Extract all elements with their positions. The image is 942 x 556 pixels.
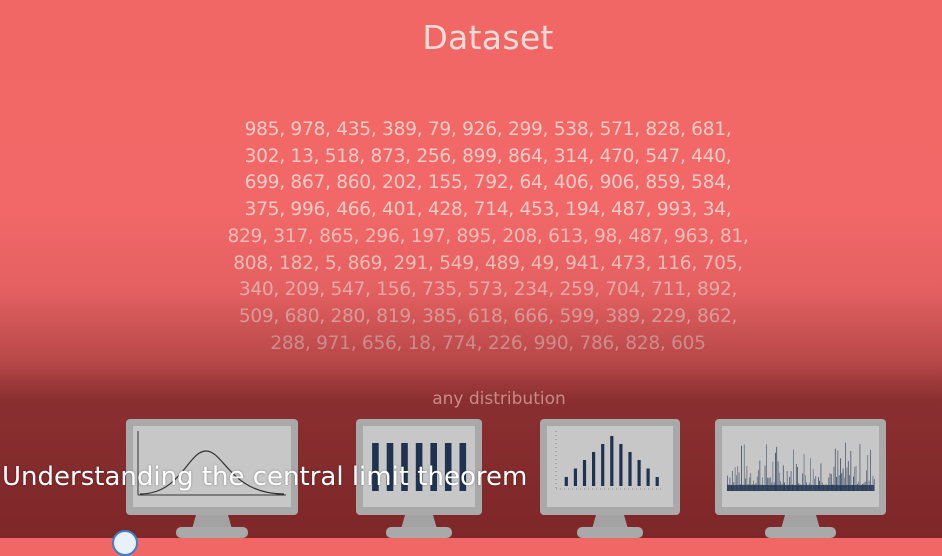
triangular-bar [610,436,614,486]
noise-bar [793,449,794,491]
triangular-bar [628,452,632,486]
noise-baseline [727,485,874,491]
noise-bar [845,442,846,491]
noise-bar [743,444,745,491]
triangular-bar [637,460,641,486]
dataset-line: 808, 182, 5, 869, 291, 549, 489, 49, 941… [233,252,743,274]
noise-bar [837,450,839,491]
noise-bar [859,443,861,491]
triangular-bar [564,477,568,486]
video-caption: Understanding the central limit theorem [2,462,528,492]
dataset-line: 699, 867, 860, 202, 155, 792, 64, 406, 9… [244,172,732,194]
noise-bar [741,445,742,491]
distribution-subtitle: any distribution [432,389,566,409]
noise-bar [776,446,778,491]
dataset-line: 340, 209, 547, 156, 735, 573, 234, 259, … [238,279,738,301]
dataset-line: 509, 680, 280, 819, 385, 618, 666, 599, … [238,305,738,327]
random-distribution-monitor [715,419,886,538]
dataset-line: 302, 13, 518, 873, 256, 899, 864, 314, 4… [244,145,732,167]
noise-bar [873,478,875,491]
info-icon[interactable] [112,530,138,556]
noise-bar [766,444,767,491]
dataset-line: 985, 978, 435, 389, 79, 926, 299, 538, 5… [244,119,732,140]
triangular-distribution-monitor [540,419,680,538]
noise-bar [834,448,836,491]
dataset-numbers: 985, 978, 435, 389, 79, 926, 299, 538, 5… [0,117,942,357]
dataset-line: 829, 317, 865, 296, 197, 895, 208, 613, … [227,225,749,247]
triangular-bar [655,477,659,486]
dataset-line: 288, 971, 656, 18, 774, 226, 990, 786, 8… [270,332,706,354]
triangular-bar [592,452,596,486]
dataset-line: 375, 996, 466, 401, 428, 714, 453, 194, … [244,199,732,221]
slide-title: Dataset [422,18,554,57]
noise-bar [870,449,871,491]
noise-bar [850,450,852,491]
triangular-bar [573,468,577,486]
triangular-bar [601,444,605,486]
triangular-bar [619,444,623,486]
triangular-bar [582,460,587,486]
triangular-bar [646,468,650,486]
